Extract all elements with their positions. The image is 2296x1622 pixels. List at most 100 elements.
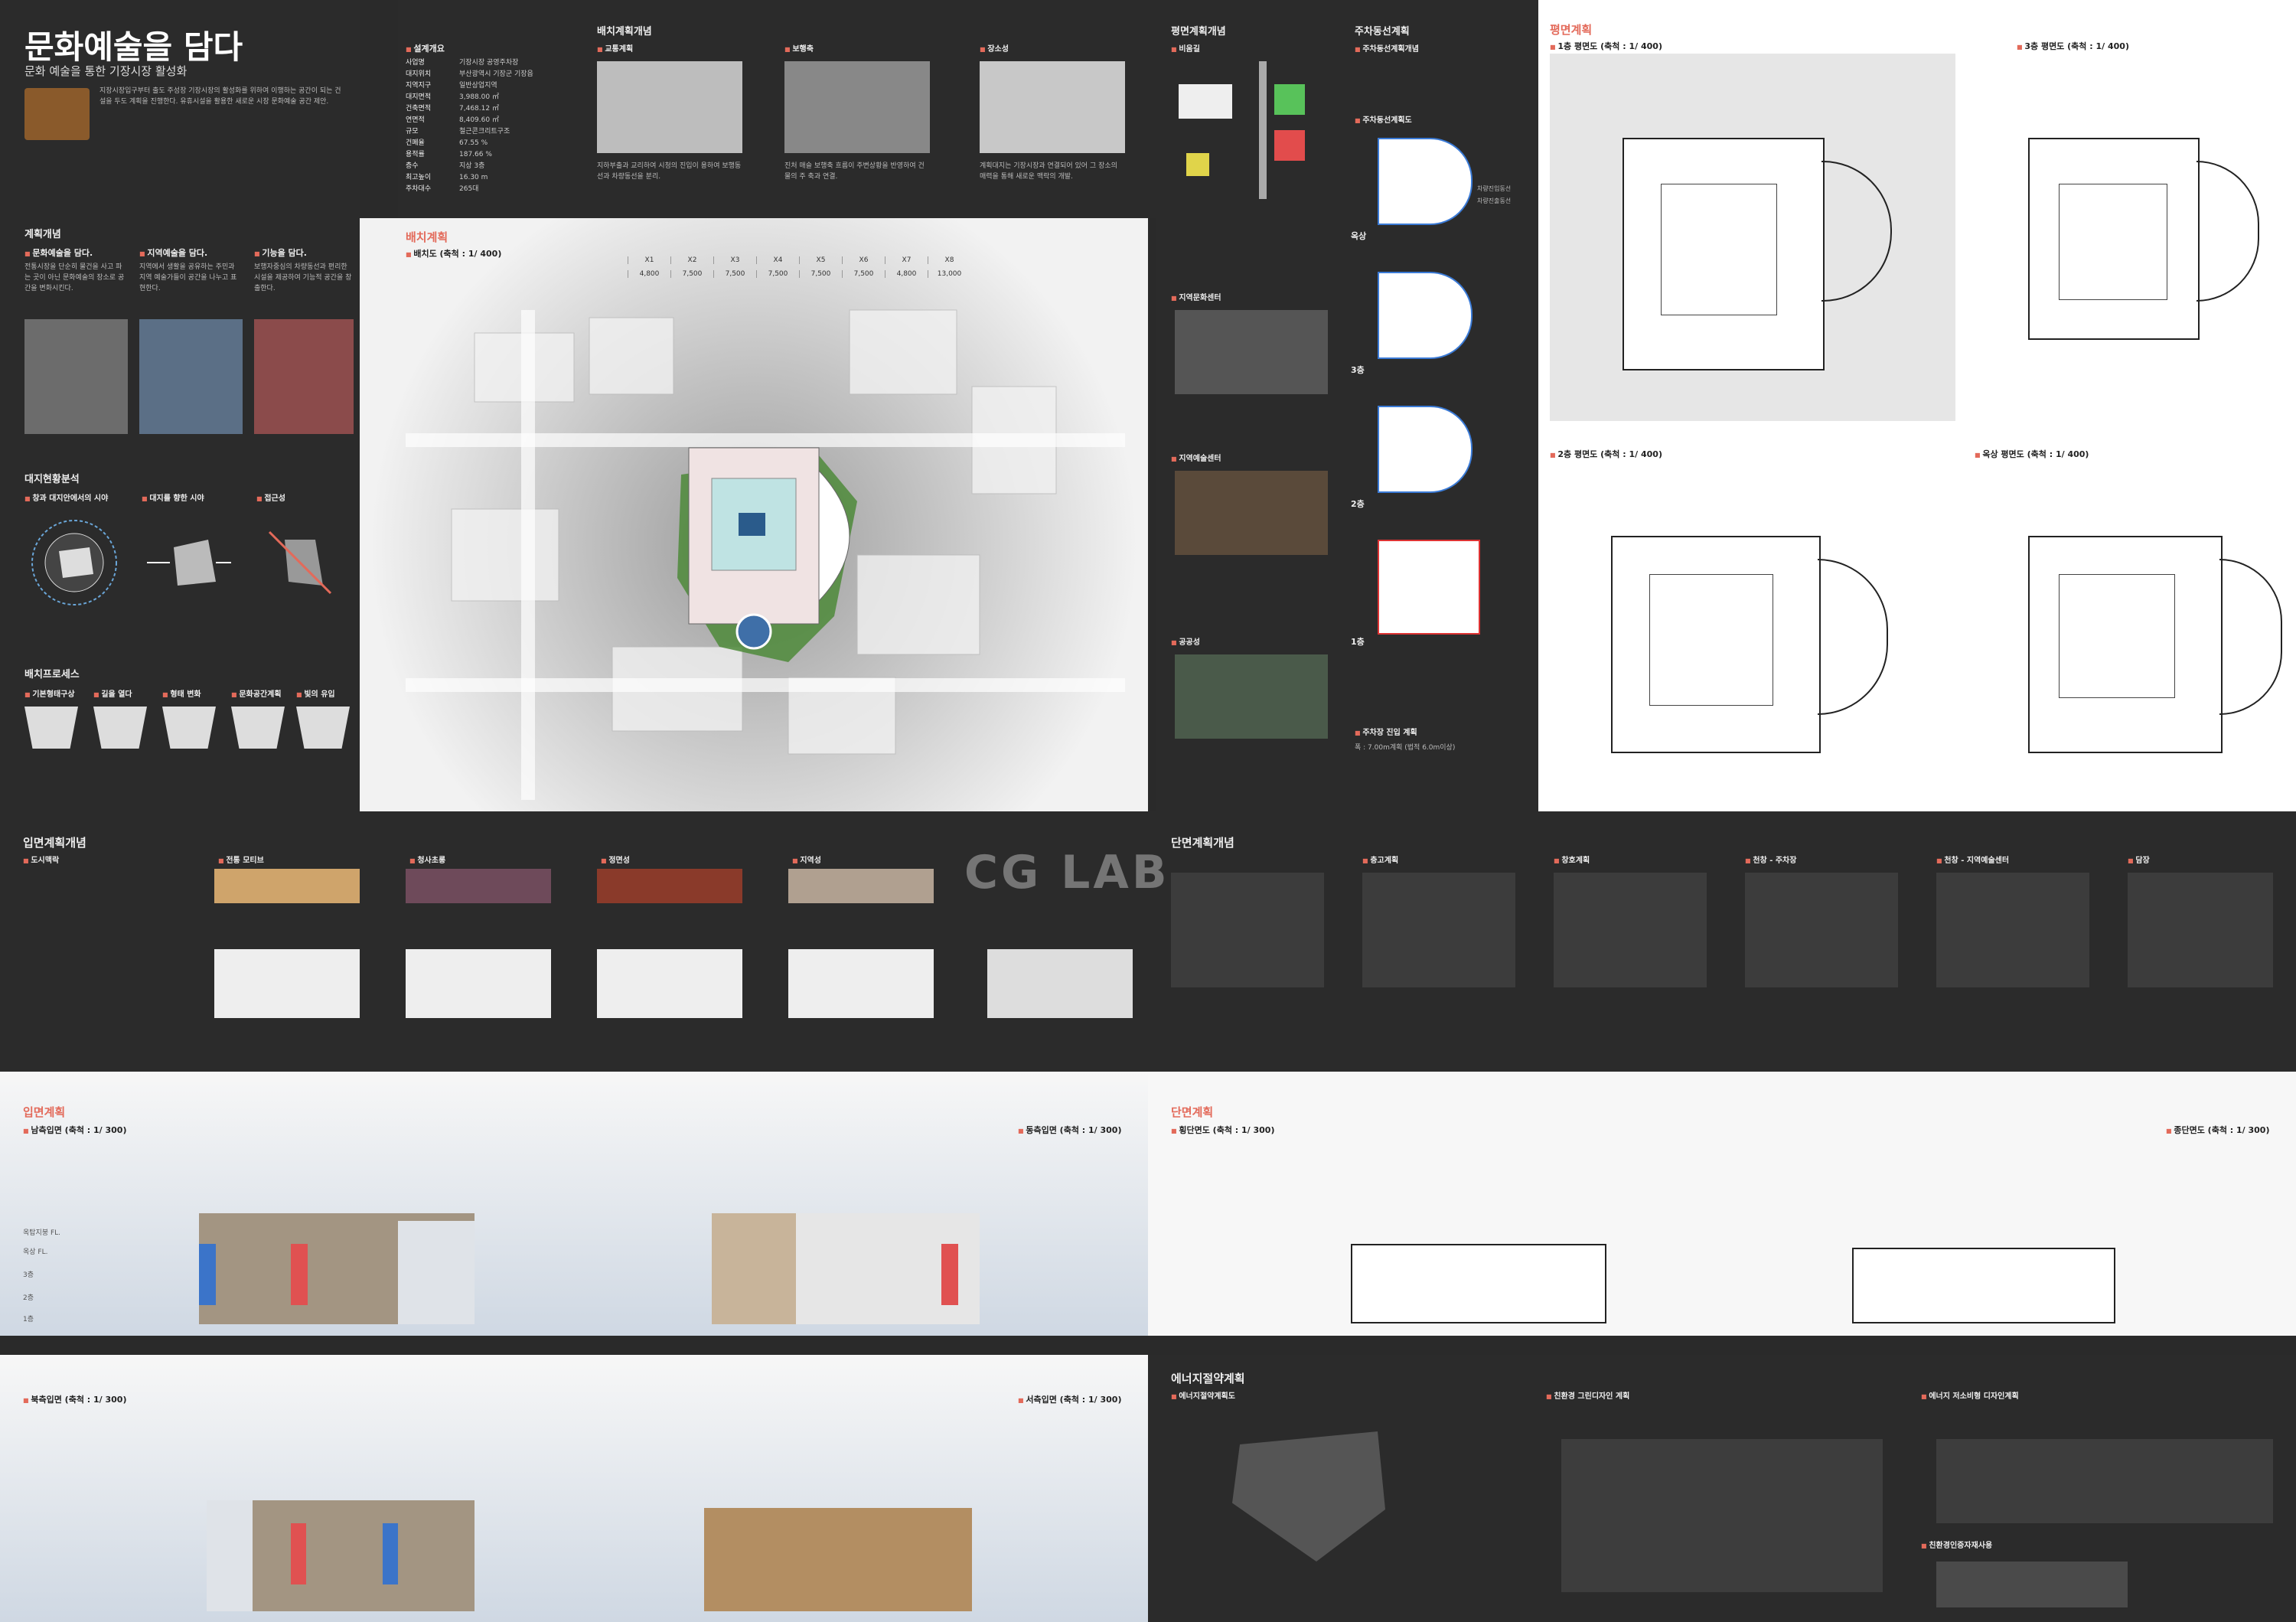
overview-row: 연면적 8,409.60 ㎡ bbox=[406, 116, 499, 124]
low-energy-diagram bbox=[1936, 1439, 2273, 1523]
section-cross-drawing bbox=[1351, 1244, 1606, 1323]
energy-panel: 에너지절약계획 에너지절약계획도 친환경 그린디자인 계획 에너지 저소비형 디… bbox=[1148, 1355, 2296, 1622]
facade-item-3: 청사초롱 bbox=[409, 853, 445, 865]
facade-img-2 bbox=[214, 869, 360, 903]
parking-flow-title: 주차동선계획 bbox=[1355, 26, 1410, 38]
parking-concept-sub: 비움길 bbox=[1171, 42, 1200, 54]
floor-roof-diagram bbox=[1378, 138, 1473, 225]
concept-map-3 bbox=[980, 61, 1125, 153]
process-shape-1 bbox=[24, 707, 78, 749]
concept-text-1: 지하부출과 교리하여 시청의 진입이 용하여 보행동선과 차량동선을 분리. bbox=[597, 162, 742, 181]
section-concept-title: 단면계획개념 bbox=[1171, 836, 1234, 850]
site-analysis-diagrams bbox=[31, 520, 332, 605]
plan-3-core bbox=[2059, 184, 2167, 300]
floor-label-2: 2층 bbox=[1351, 499, 1365, 509]
overview-row: 용적률 187.66 % bbox=[406, 151, 492, 158]
planning-item-3: 기능을 담다. bbox=[254, 246, 307, 259]
section-diagram-3 bbox=[1554, 873, 1707, 987]
energy-sub3: 에너지 저소비형 디자인계획 bbox=[1921, 1389, 2018, 1401]
floor-1-diagram bbox=[1378, 540, 1480, 635]
overview-row: 주차대수 265대 bbox=[406, 185, 479, 193]
site-analysis-title: 대지현황분석 bbox=[24, 474, 80, 485]
concept-label-3: 장소성 bbox=[980, 42, 1009, 54]
overview-table: 사업명 기장시장 공영주차장 대지위치 부산광역시 기장군 기장읍 지역지구 일반상업지역… bbox=[406, 57, 582, 195]
plan-1-drawing bbox=[1550, 54, 1955, 421]
planning-item-2: 지역예술을 담다. bbox=[139, 246, 207, 259]
facade-item-4: 정면성 bbox=[601, 853, 630, 865]
site-plan-panel: 배치계획 배치도 (축척 : 1/ 400) X1X2X3X4X5X6X7X8 … bbox=[360, 218, 1148, 811]
elevations-bottom: 북측입면 (축척 : 1/ 300) 서측입면 (축척 : 1/ 300) bbox=[0, 1355, 1148, 1622]
energy-sub2: 친환경 그린디자인 계획 bbox=[1546, 1389, 1629, 1401]
section-item-4: 천창 - 지역예술센터 bbox=[1936, 853, 2009, 865]
planning-title: 계획개념 bbox=[24, 229, 61, 240]
process-shape-2 bbox=[93, 707, 147, 749]
elev-south-title: 남측입면 (축척 : 1/ 300) bbox=[23, 1124, 126, 1136]
south-red-1 bbox=[291, 1244, 308, 1305]
block-1 bbox=[1179, 84, 1232, 119]
program-2-image bbox=[1175, 471, 1328, 555]
program-3-title: 공공성 bbox=[1171, 635, 1200, 647]
section-diagram-1 bbox=[1171, 873, 1324, 987]
process-step-3: 형태 변화 bbox=[162, 687, 201, 699]
elev-west-building bbox=[704, 1508, 972, 1611]
section-item-5: 담장 bbox=[2128, 853, 2149, 865]
section-item-2: 창호계획 bbox=[1554, 853, 1590, 865]
floor-label-3: 3층 bbox=[1351, 365, 1365, 375]
concept-map-2 bbox=[784, 61, 930, 153]
floor-plans-panel: 평면계획 1층 평면도 (축척 : 1/ 400) 3층 평면도 (축척 : 1… bbox=[1538, 0, 2296, 811]
plan-3-curve bbox=[2197, 161, 2259, 302]
planning-photo-3 bbox=[254, 319, 354, 434]
block-yellow bbox=[1186, 153, 1209, 176]
level-label-4: 2층 bbox=[23, 1294, 34, 1302]
facade-item-2: 전통 모티브 bbox=[218, 853, 263, 865]
section-long-title: 종단면도 (축척 : 1/ 300) bbox=[2166, 1124, 2269, 1136]
floor-label-roof: 옥상 bbox=[1351, 231, 1367, 241]
parking-column: 평면계획개념 비움길 주차동선계획 주차동선계획개념 주차동선계획도 옥상 3층… bbox=[1156, 0, 1538, 811]
concept-text-2: 진처 매슬 보행축 흐름이 주변상황을 반영하여 건물의 주 축과 연결. bbox=[784, 162, 925, 181]
facade-elev-6 bbox=[987, 949, 1133, 1018]
level-label-3: 3층 bbox=[23, 1271, 34, 1279]
sections-panel: 단면계획 횡단면도 (축척 : 1/ 300) 종단면도 (축척 : 1/ 30… bbox=[1148, 1072, 2296, 1336]
section-item-1: 층고계획 bbox=[1362, 853, 1398, 865]
parking-flow-sub1: 주차동선계획개념 bbox=[1355, 42, 1419, 54]
elev-east-building bbox=[712, 1213, 980, 1324]
overview-row: 지역지구 일반상업지역 bbox=[406, 82, 497, 90]
parking-flow-sub2: 주차동선계획도 bbox=[1355, 113, 1411, 125]
process-title: 배치프로세스 bbox=[24, 669, 80, 680]
facade-img-5 bbox=[788, 869, 934, 903]
sections-title: 단면계획 bbox=[1171, 1105, 1214, 1119]
overview-title: 설계개요 bbox=[406, 42, 444, 54]
process-shape-4 bbox=[231, 707, 285, 749]
plan-1-core bbox=[1661, 184, 1777, 315]
overview-row: 건폐율 67.55 % bbox=[406, 139, 488, 147]
plan-roof-drawing bbox=[1967, 467, 2288, 804]
concept-text-3: 계획대지는 기장시장과 연결되어 있어 그 장소의 매력을 통해 새로운 맥락의… bbox=[980, 162, 1117, 181]
process-shape-3 bbox=[162, 707, 216, 749]
green-design-diagram bbox=[1561, 1439, 1883, 1592]
overview-row: 대지위치 부산광역시 기장군 기장읍 bbox=[406, 70, 533, 78]
plan-2-core bbox=[1649, 574, 1773, 706]
plan-2-title: 2층 평면도 (축척 : 1/ 400) bbox=[1550, 448, 1662, 460]
facade-elev-5 bbox=[788, 949, 934, 1018]
intro-text: 지장시장입구부터 출도 주성장 기장시장의 활성화를 위하여 이행하는 공간이 … bbox=[99, 87, 341, 106]
concept-label-2: 보행축 bbox=[784, 42, 814, 54]
south-blue-1 bbox=[199, 1244, 216, 1305]
plan-1-curve bbox=[1821, 161, 1892, 302]
watermark: CG LAB bbox=[964, 846, 1170, 899]
parking-entry-note: 폭 : 7.00m계획 (법적 6.0m이상) bbox=[1355, 744, 1456, 752]
level-label-2: 옥상 FL. bbox=[23, 1248, 48, 1256]
plan-1-title: 1층 평면도 (축척 : 1/ 400) bbox=[1550, 40, 1662, 52]
overview-row: 최고높이 16.30 m bbox=[406, 174, 488, 181]
facade-concept-title: 입면계획개념 bbox=[23, 836, 86, 850]
plan-roof-curve bbox=[2219, 559, 2282, 715]
planning-text-3: 보행자중심의 차량동선과 편리한 시설을 제공하여 기능적 공간을 창출한다. bbox=[254, 263, 352, 292]
planning-text-1: 전통시장을 단순히 물건을 사고 파는 곳이 아닌 문화예술의 장소로 공간을 … bbox=[24, 263, 125, 292]
axis bbox=[1259, 61, 1267, 199]
plan-3-title: 3층 평면도 (축척 : 1/ 400) bbox=[2017, 40, 2129, 52]
left-column: 문화예술을 담다 문화 예술을 통한 기장시장 활성화 지장시장입구부터 출도 … bbox=[0, 0, 360, 811]
north-panel bbox=[207, 1500, 253, 1611]
section-long-drawing bbox=[1852, 1248, 2115, 1323]
facade-img-3 bbox=[406, 869, 551, 903]
overview-strip: 설계개요 사업명기장시장 공영주차장대지위치부산광역시 기장군 기장읍지역지구일… bbox=[398, 0, 1156, 218]
planning-text-2: 지역에서 생활을 공유하는 주민과 지역 예술가들이 공간을 나누고 표현한다. bbox=[139, 263, 237, 292]
